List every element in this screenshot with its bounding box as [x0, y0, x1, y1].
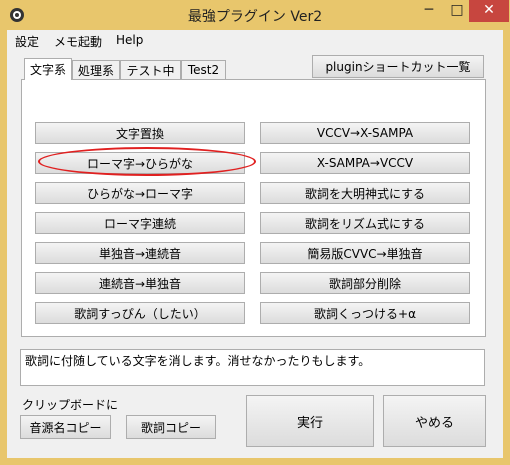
romaji-continuous-button[interactable]: ローマ字連続 — [35, 212, 245, 234]
xsampa-to-vccv-button[interactable]: X-SAMPA→VCCV — [260, 152, 470, 174]
close-button[interactable]: ✕ — [469, 0, 509, 22]
tab-text[interactable]: 文字系 — [24, 58, 72, 80]
minimize-button[interactable]: ─ — [415, 0, 443, 22]
copy-lyrics-button[interactable]: 歌詞コピー — [126, 415, 216, 439]
vccv-to-xsampa-button[interactable]: VCCV→X-SAMPA — [260, 122, 470, 144]
maximize-button[interactable]: □ — [443, 0, 471, 22]
lyrics-partial-delete-button[interactable]: 歌詞部分削除 — [260, 272, 470, 294]
text-replace-button[interactable]: 文字置換 — [35, 122, 245, 144]
romaji-to-hiragana-button[interactable]: ローマ字→ひらがな — [35, 152, 245, 174]
menu-bar: 設定 メモ起動 Help — [7, 30, 503, 50]
menu-settings[interactable]: 設定 — [15, 33, 39, 50]
lyrics-daimyojin-style-button[interactable]: 歌詞を大明神式にする — [260, 182, 470, 204]
title-bar[interactable]: 最強プラグイン Ver2 ─ □ ✕ — [0, 0, 510, 30]
menu-memo-launch[interactable]: メモ起動 — [54, 33, 102, 50]
copy-source-name-button[interactable]: 音源名コピー — [20, 415, 111, 439]
hiragana-to-romaji-button[interactable]: ひらがな→ローマ字 — [35, 182, 245, 204]
lyrics-strip-button[interactable]: 歌詞すっぴん（したい） — [35, 302, 245, 324]
tab-panel-text — [21, 79, 486, 337]
tab-testing[interactable]: テスト中 — [120, 60, 181, 79]
single-to-continuous-button[interactable]: 単独音→連続音 — [35, 242, 245, 264]
plugin-shortcut-list-button[interactable]: pluginショートカット一覧 — [312, 55, 484, 78]
run-button[interactable]: 実行 — [246, 395, 374, 447]
cancel-button[interactable]: やめる — [383, 395, 486, 447]
description-box: 歌詞に付随している文字を消します。消せなかったりもします。 — [20, 349, 485, 386]
tab-processing[interactable]: 処理系 — [72, 60, 120, 79]
tab-test2[interactable]: Test2 — [181, 60, 226, 79]
menu-help[interactable]: Help — [116, 33, 143, 47]
clipboard-label: クリップボードに — [22, 398, 119, 412]
cvvc-to-single-button[interactable]: 簡易版CVVC→単独音 — [260, 242, 470, 264]
lyrics-rhythm-style-button[interactable]: 歌詞をリズム式にする — [260, 212, 470, 234]
lyrics-join-button[interactable]: 歌詞くっつける+α — [260, 302, 470, 324]
continuous-to-single-button[interactable]: 連続音→単独音 — [35, 272, 245, 294]
